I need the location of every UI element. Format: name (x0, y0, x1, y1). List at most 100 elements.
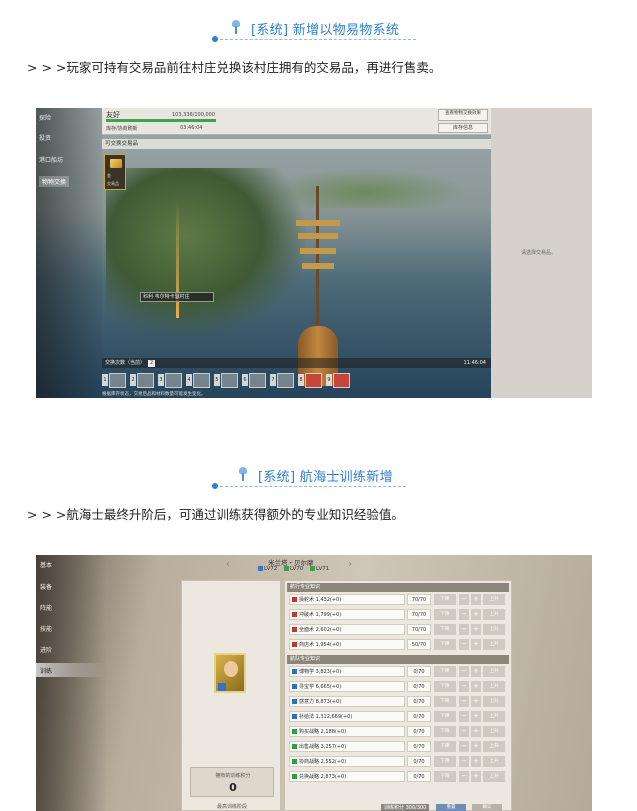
minus-button[interactable]: − (459, 681, 469, 692)
nav-skills[interactable]: 技能 (40, 624, 52, 633)
minus-button[interactable]: − (459, 594, 469, 605)
trade-slot-box (165, 373, 182, 388)
plus-button[interactable]: + (471, 741, 481, 752)
decrease-button[interactable]: 下降 (434, 741, 456, 752)
trade-slot[interactable]: 7 (270, 371, 296, 389)
increase-button[interactable]: 上升 (483, 696, 505, 707)
increase-button[interactable]: 上升 (483, 741, 505, 752)
nav-training[interactable]: 训练 (40, 666, 52, 675)
plus-button[interactable]: + (471, 624, 481, 635)
skill-icon (292, 612, 297, 617)
divider (220, 39, 416, 40)
skill-row: 商店术 1,954(+0) 50/70 下降 − + 上升 (287, 638, 509, 651)
divider (220, 486, 406, 487)
nav-shipyard[interactable]: 港口船坊 (39, 155, 63, 164)
increase-button[interactable]: 上升 (483, 771, 505, 782)
increase-button[interactable]: 上升 (483, 594, 505, 605)
nav-equipment[interactable]: 装备 (40, 582, 52, 591)
sailor-level-2: LV70 (284, 566, 303, 572)
minus-button[interactable]: − (459, 741, 469, 752)
minus-button[interactable]: − (459, 639, 469, 650)
plus-button[interactable]: + (471, 666, 481, 677)
trade-slot[interactable]: 1 (102, 371, 128, 389)
prev-sailor-arrow-icon[interactable]: ‹ (226, 559, 230, 570)
confirm-button[interactable]: 确认 (472, 804, 502, 811)
increase-button[interactable]: 上升 (483, 756, 505, 767)
increase-button[interactable]: 上升 (483, 624, 505, 635)
decrease-button[interactable]: 下降 (434, 666, 456, 677)
plus-button[interactable]: + (471, 711, 481, 722)
decrease-button[interactable]: 下降 (434, 624, 456, 635)
section1-title: [系统] 新增以物易物系统 (251, 23, 400, 38)
minus-button[interactable]: − (459, 696, 469, 707)
minus-button[interactable]: − (459, 771, 469, 782)
decrease-button[interactable]: 下降 (434, 756, 456, 767)
trade-slot-number: 8 (298, 374, 304, 386)
skill-row: 出售战略 3,257(+0) 0/70 下降 − + 上升 (287, 740, 509, 753)
skill-level: 70/70 (407, 624, 431, 635)
next-sailor-arrow-icon[interactable]: › (348, 559, 352, 570)
trade-slot-box (305, 373, 322, 388)
skill-icon (292, 627, 297, 632)
minus-button[interactable]: − (459, 609, 469, 620)
nav-formation[interactable]: 阵能 (40, 603, 52, 612)
increase-button[interactable]: 上升 (483, 681, 505, 692)
village-tooltip: 科利·韦尔特卡瑟村庄 (140, 292, 214, 302)
nav-invest[interactable]: 投资 (39, 133, 51, 142)
minus-button[interactable]: − (459, 666, 469, 677)
trade-slot[interactable]: 2 (130, 371, 156, 389)
increase-button[interactable]: 上升 (483, 726, 505, 737)
nav-explore[interactable]: 探险 (39, 113, 51, 122)
trade-slot[interactable]: 3 (158, 371, 184, 389)
decrease-button[interactable]: 下降 (434, 696, 456, 707)
trade-slot-box (333, 373, 350, 388)
decrease-button[interactable]: 下降 (434, 726, 456, 737)
stock-info-button[interactable]: 库存信息 (438, 123, 488, 133)
plus-button[interactable]: + (471, 609, 481, 620)
skill-name: 出售战略 3,257(+0) (289, 741, 405, 752)
decrease-button[interactable]: 下降 (434, 771, 456, 782)
plus-button[interactable]: + (471, 639, 481, 650)
reputation-value: 103,336/100,000 (172, 112, 216, 118)
trade-good-card[interactable]: 金 交易品 (104, 154, 126, 190)
trade-slot[interactable]: 6 (242, 371, 268, 389)
plus-button[interactable]: + (471, 756, 481, 767)
plus-button[interactable]: + (471, 726, 481, 737)
decrease-button[interactable]: 下降 (434, 681, 456, 692)
check-barter-effect-button[interactable]: 查看物物交换效果 (438, 109, 488, 121)
decrease-button[interactable]: 下降 (434, 594, 456, 605)
section2-title: [系统] 航海士训练新增 (258, 470, 393, 485)
plus-button[interactable]: + (471, 771, 481, 782)
trade-slot-box (193, 373, 210, 388)
increase-button[interactable]: 上升 (483, 639, 505, 650)
reset-button[interactable]: 重置 (436, 804, 466, 811)
decrease-button[interactable]: 下降 (434, 609, 456, 620)
section1-description: > > >玩家可持有交易品前往村庄兑换该村庄拥有的交易品，再进行售卖。 (27, 60, 442, 75)
plus-button[interactable]: + (471, 696, 481, 707)
increase-button[interactable]: 上升 (483, 609, 505, 620)
plus-button[interactable]: + (471, 681, 481, 692)
checkbox-icon (310, 566, 315, 571)
ship-sail (302, 263, 334, 269)
skill-name: 博物学 3,823(+0) (289, 666, 405, 677)
reputation-bar-fill (106, 119, 216, 122)
nav-advance[interactable]: 进阶 (40, 645, 52, 654)
trade-slot[interactable]: 4 (186, 371, 212, 389)
nav-basic[interactable]: 基本 (40, 560, 52, 569)
skill-name: 冲破术 1,799(+0) (289, 609, 405, 620)
increase-button[interactable]: 上升 (483, 666, 505, 677)
nav-barter[interactable]: 物物交换 (39, 176, 70, 187)
trade-good-type: 交易品 (107, 181, 119, 186)
trade-slot[interactable]: 5 (214, 371, 240, 389)
trade-slot[interactable]: 8 (298, 371, 324, 389)
minus-button[interactable]: − (459, 624, 469, 635)
minus-button[interactable]: − (459, 726, 469, 737)
decrease-button[interactable]: 下降 (434, 639, 456, 650)
minus-button[interactable]: − (459, 711, 469, 722)
minus-button[interactable]: − (459, 756, 469, 767)
plus-button[interactable]: + (471, 594, 481, 605)
decrease-button[interactable]: 下降 (434, 711, 456, 722)
increase-button[interactable]: 上升 (483, 711, 505, 722)
trade-slot[interactable]: 9 (326, 371, 352, 389)
trade-slot-box (109, 373, 126, 388)
